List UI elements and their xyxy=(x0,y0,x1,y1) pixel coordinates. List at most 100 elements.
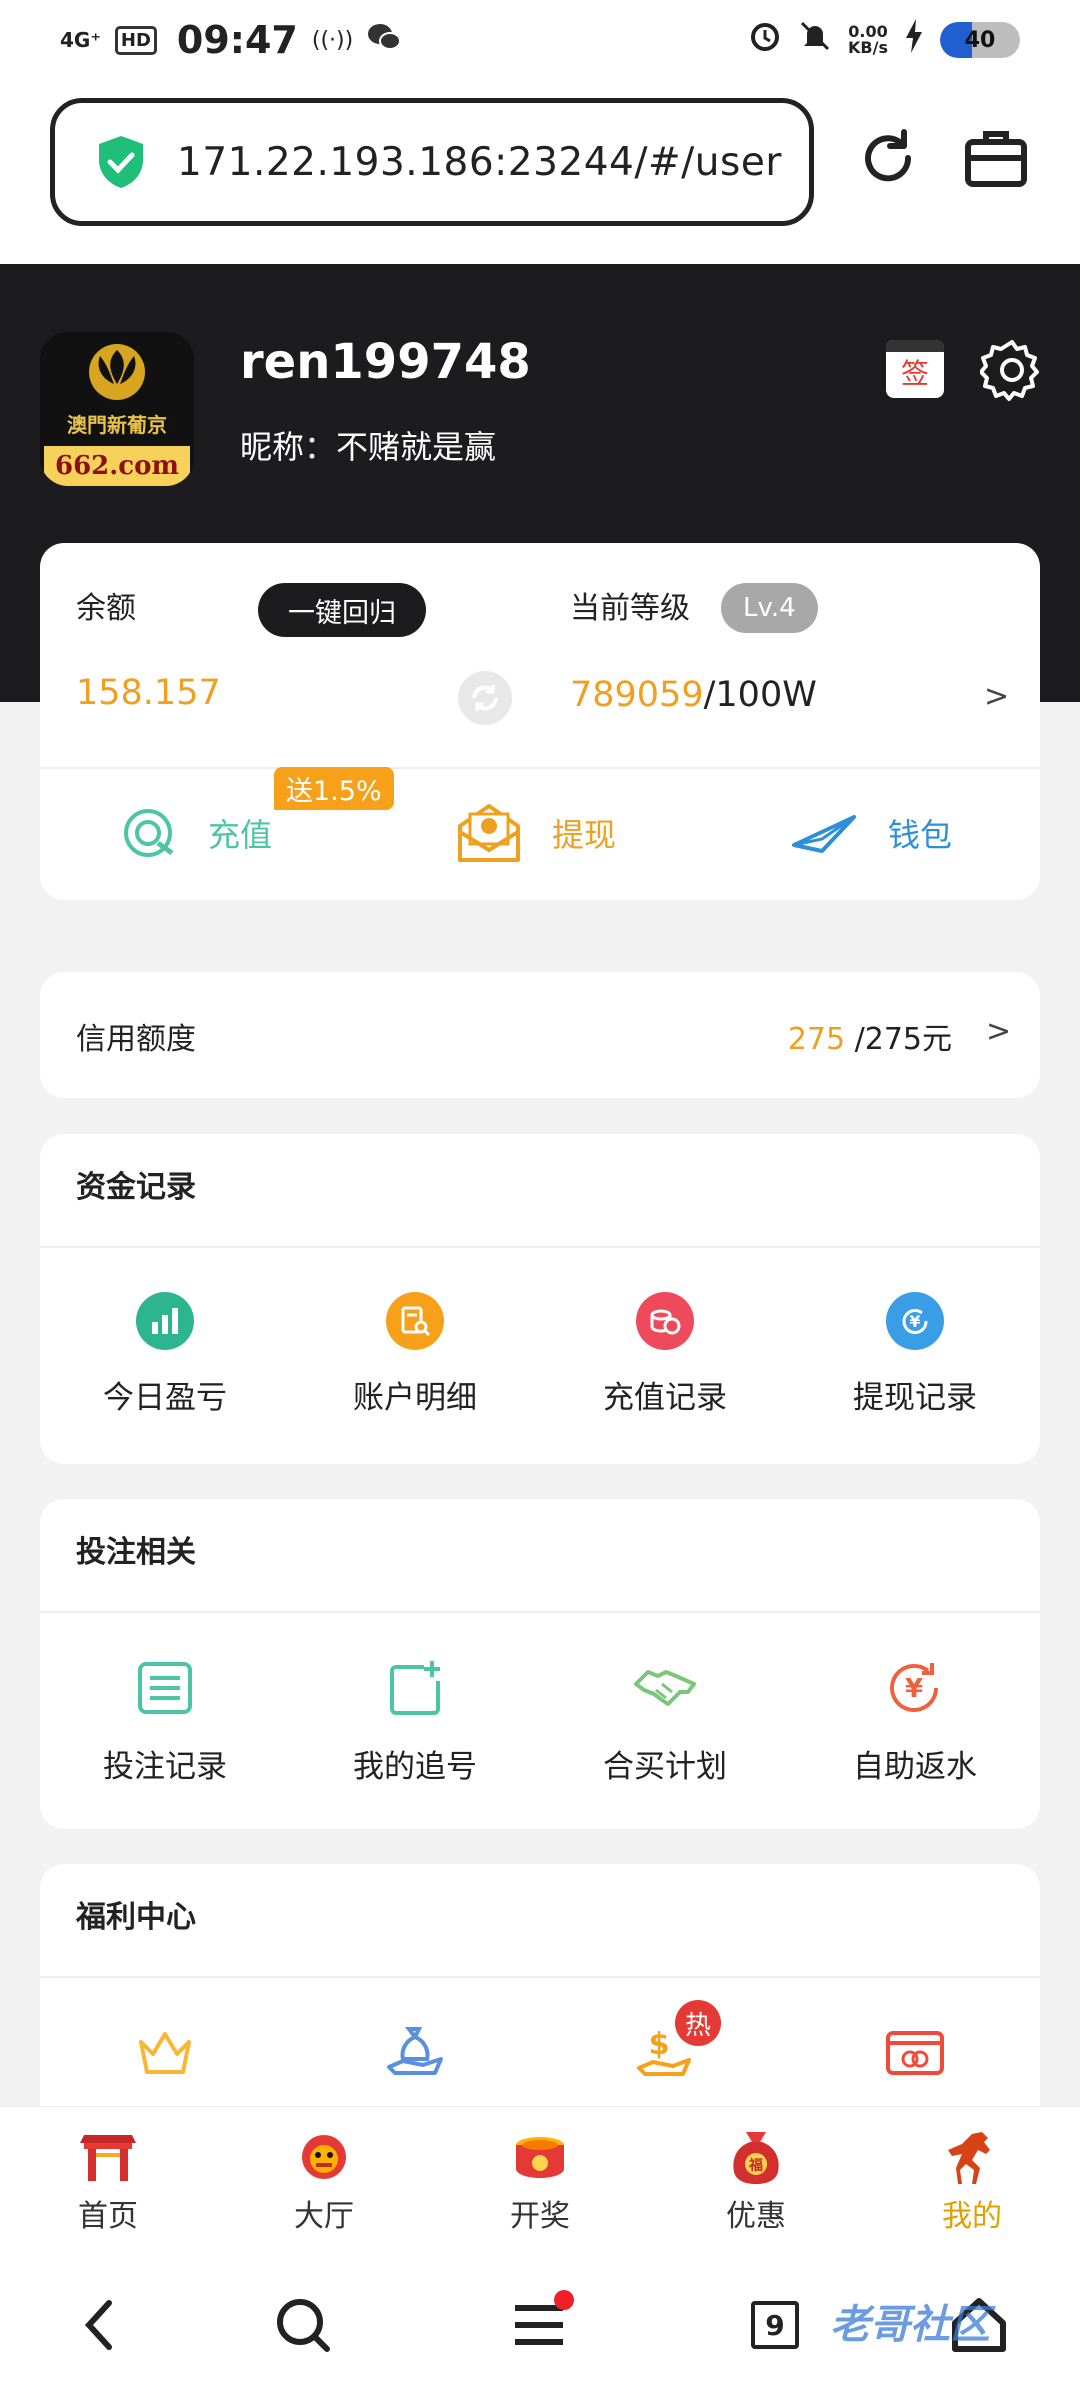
battery-level: 40 xyxy=(964,27,996,53)
settings-gear-icon[interactable] xyxy=(980,338,1044,402)
secure-shield-icon xyxy=(99,136,143,188)
url-text: 171.22.193.186:23244/#/user xyxy=(177,139,782,185)
refresh-icon xyxy=(865,129,912,182)
wallet-button[interactable]: 钱包 xyxy=(792,783,952,883)
betting-section: 投注相关 投注记录 我的追号 合买计划 ¥ 自助返水 xyxy=(40,1499,1040,1829)
mute-icon xyxy=(798,19,832,62)
withdraw-envelope-icon xyxy=(458,804,520,862)
crown-icon xyxy=(134,2022,196,2084)
recharge-bonus-badge: 送1.5% xyxy=(274,767,394,810)
handshake-icon xyxy=(634,1657,696,1719)
sign-in-button[interactable]: 签 xyxy=(886,340,944,398)
avatar[interactable]: 澳門新葡京 662.com xyxy=(40,332,194,486)
nfc-icon: ((·)) xyxy=(311,27,354,53)
menu-button[interactable] xyxy=(504,2290,574,2360)
brand-logo: 澳門新葡京 662.com xyxy=(40,332,194,486)
recharge-label: 充值 xyxy=(208,816,273,854)
lion-icon xyxy=(292,2127,356,2187)
welfare-title: 福利中心 xyxy=(76,1900,196,1935)
balance-value: 158.157 xyxy=(76,673,221,713)
clock: 09:47 xyxy=(176,18,298,62)
logo-text-cn: 澳門新葡京 xyxy=(67,413,167,437)
back-button[interactable] xyxy=(64,2290,134,2360)
address-bar[interactable]: 171.22.193.186:23244/#/user xyxy=(50,98,814,226)
tab-promotions[interactable]: 福 优惠 xyxy=(648,2107,864,2250)
bet-records-label: 投注记录 xyxy=(103,1749,227,1785)
level-current: 789059 xyxy=(570,675,704,715)
logo-text-domain: 662.com xyxy=(55,451,179,481)
toolbox-icon xyxy=(965,131,1027,187)
balance-card: 余额 一键回归 158.157 当前等级 Lv.4 789059/100W > … xyxy=(40,543,1040,900)
withdraw-records-button[interactable]: ¥ 提现记录 xyxy=(790,1248,1040,1464)
svg-text:福: 福 xyxy=(748,2157,763,2174)
recharge-records-label: 充值记录 xyxy=(603,1380,727,1416)
tab-mine[interactable]: 我的 xyxy=(864,2107,1080,2250)
tab-lottery-results-label: 开奖 xyxy=(510,2199,570,2234)
drum-icon xyxy=(508,2127,572,2187)
list-icon xyxy=(134,1657,196,1719)
my-chase-label: 我的追号 xyxy=(353,1749,477,1785)
yuan-cycle-icon: ¥ xyxy=(886,1292,944,1350)
level-progress: 789059/100W xyxy=(570,675,817,715)
tab-home-label: 首页 xyxy=(78,2199,138,2234)
today-profit-label: 今日盈亏 xyxy=(103,1380,227,1416)
tab-count: 9 xyxy=(751,2301,799,2349)
bet-records-button[interactable]: 投注记录 xyxy=(40,1613,290,1829)
one-key-return-button[interactable]: 一键回归 xyxy=(258,583,426,637)
refresh-button[interactable] xyxy=(852,122,924,194)
svg-text:¥: ¥ xyxy=(905,1674,923,1704)
card-icon xyxy=(884,2022,946,2084)
funds-records-title: 资金记录 xyxy=(76,1170,196,1205)
add-square-icon xyxy=(384,1657,446,1719)
yuan-refresh-icon: ¥ xyxy=(884,1657,946,1719)
svg-text:$: $ xyxy=(649,2027,670,2062)
funds-records-section: 资金记录 今日盈亏 账户明细 充值记录 ¥ 提现记录 xyxy=(40,1134,1040,1464)
battery-indicator: 40 xyxy=(940,22,1020,58)
tab-home[interactable]: 首页 xyxy=(0,2107,216,2250)
self-rebate-label: 自助返水 xyxy=(853,1749,977,1785)
alarm-icon xyxy=(748,19,782,62)
tabs-button[interactable]: 9 xyxy=(740,2290,810,2360)
account-details-button[interactable]: 账户明细 xyxy=(290,1248,540,1464)
refresh-balance-button[interactable] xyxy=(458,671,512,725)
recharge-records-button[interactable]: 充值记录 xyxy=(540,1248,790,1464)
level-arrow[interactable]: > xyxy=(984,679,1009,714)
tab-hall[interactable]: 大厅 xyxy=(216,2107,432,2250)
credit-limit-row[interactable]: 信用额度 275 /275元 > xyxy=(40,972,1040,1098)
betting-title: 投注相关 xyxy=(76,1535,196,1570)
withdraw-records-label: 提现记录 xyxy=(853,1380,977,1416)
today-profit-button[interactable]: 今日盈亏 xyxy=(40,1248,290,1464)
chart-icon xyxy=(136,1292,194,1350)
search-icon xyxy=(277,2299,330,2352)
network-speed: 0.00 KB/s xyxy=(848,24,888,56)
app-tab-bar: 首页 大厅 开奖 福 优惠 我的 xyxy=(0,2106,1080,2250)
wallet-plane-icon xyxy=(792,815,856,853)
svg-text:¥: ¥ xyxy=(909,1312,920,1331)
hd-indicator: HD xyxy=(114,25,157,55)
nickname: 昵称：不赌就是赢 xyxy=(240,428,497,466)
account-details-label: 账户明细 xyxy=(353,1380,477,1416)
self-rebate-button[interactable]: ¥ 自助返水 xyxy=(790,1613,1040,1829)
level-badge: Lv.4 xyxy=(721,583,818,633)
recharge-button[interactable]: 充值 xyxy=(122,783,272,883)
lucky-bag-icon: 福 xyxy=(724,2127,788,2187)
group-buy-button[interactable]: 合买计划 xyxy=(540,1613,790,1829)
my-chase-button[interactable]: 我的追号 xyxy=(290,1613,540,1829)
username: ren199748 xyxy=(240,334,531,390)
withdraw-button[interactable]: 提现 xyxy=(456,783,616,883)
browser-toolbar: 171.22.193.186:23244/#/user xyxy=(0,80,1080,264)
status-bar: 4G⁺ HD 09:47 ((·)) 0.00 KB/s 40 xyxy=(0,0,1080,80)
wechat-icon xyxy=(367,22,402,58)
divider xyxy=(40,767,1040,769)
tab-lottery-results[interactable]: 开奖 xyxy=(432,2107,648,2250)
charging-icon xyxy=(904,18,924,62)
coins-icon xyxy=(636,1292,694,1350)
search-button[interactable] xyxy=(268,2290,338,2360)
money-bag-hand-icon xyxy=(384,2022,446,2084)
withdraw-label: 提现 xyxy=(552,816,617,854)
credit-arrow: > xyxy=(986,1014,1012,1049)
back-arrow-icon xyxy=(84,2300,112,2350)
toolbox-button[interactable] xyxy=(960,122,1032,194)
network-indicator: 4G⁺ xyxy=(60,28,101,52)
balance-label: 余额 xyxy=(76,591,136,626)
